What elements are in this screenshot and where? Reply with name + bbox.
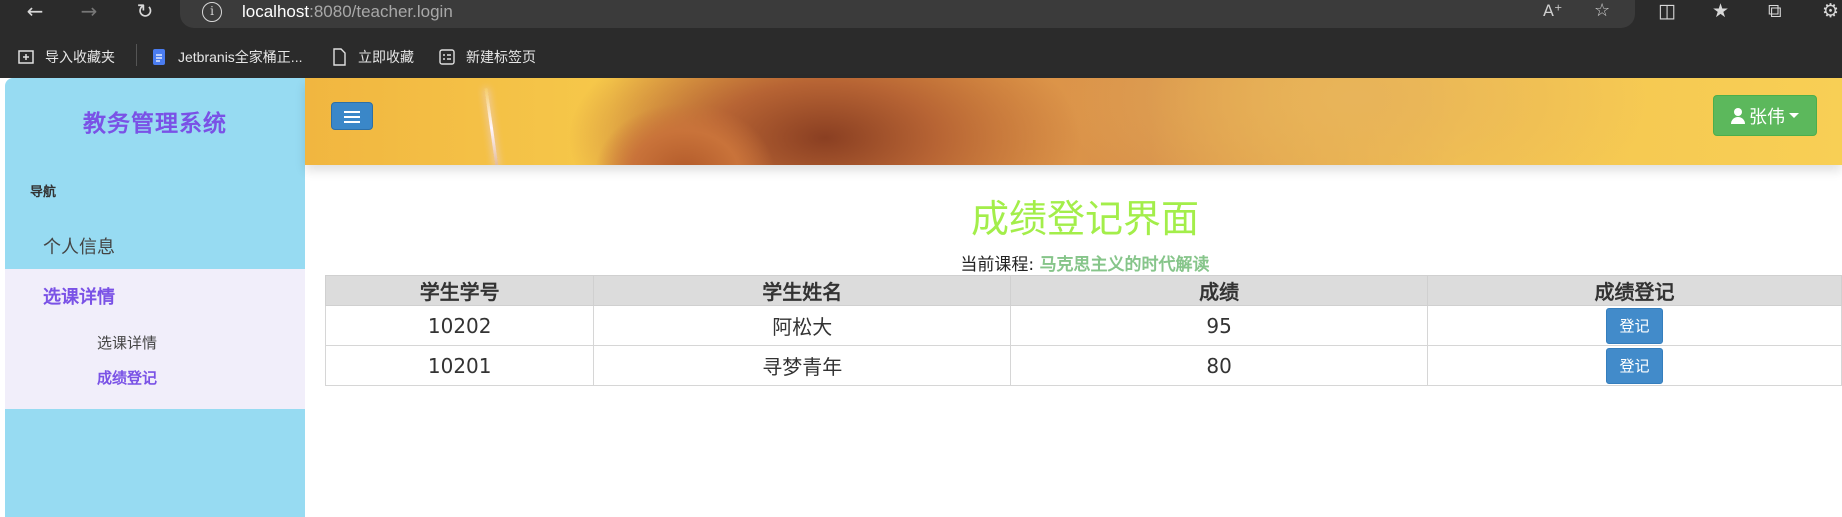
bookmark-collect[interactable]: 立即收藏 xyxy=(330,46,414,68)
column-grade-entry: 成绩登记 xyxy=(1427,275,1842,306)
cell-student-id: 10202 xyxy=(324,305,595,346)
sidebar-subitem-grade-entry[interactable]: 成绩登记 xyxy=(97,367,157,388)
list-icon xyxy=(344,111,360,123)
user-menu-button[interactable]: 张伟 xyxy=(1713,95,1817,136)
url-text: localhost:8080/teacher.login xyxy=(242,2,453,21)
register-button[interactable]: 登记 xyxy=(1606,347,1664,384)
sidebar-item-course-details[interactable]: 选课详情 xyxy=(43,283,115,309)
refresh-icon[interactable]: ↻ xyxy=(130,0,160,24)
user-name: 张伟 xyxy=(1749,106,1785,128)
browser-toolbar: ← → ↻ i localhost:8080/teacher.login A⁺ … xyxy=(0,0,1842,36)
nav-heading: 导航 xyxy=(30,185,57,200)
site-info-icon[interactable]: i xyxy=(202,2,222,22)
cell-action: 登记 xyxy=(1427,305,1842,346)
register-button[interactable]: 登记 xyxy=(1606,307,1664,344)
cell-student-id: 10201 xyxy=(324,345,595,386)
extensions-icon[interactable]: ⚙ xyxy=(1822,0,1839,22)
column-student-id: 学生学号 xyxy=(324,275,595,306)
split-screen-icon[interactable]: ◫ xyxy=(1658,0,1676,22)
address-bar[interactable]: i localhost:8080/teacher.login A⁺ ☆ xyxy=(180,0,1635,28)
forward-icon[interactable]: → xyxy=(74,0,104,24)
user-icon xyxy=(1731,107,1745,124)
document-blue-icon xyxy=(153,49,165,65)
grade-table: 学生学号 学生姓名 成绩 成绩登记 10202 阿松大 95 登记 10201 … xyxy=(324,275,1842,386)
bookmark-new-tab[interactable]: 新建标签页 xyxy=(438,46,536,68)
current-course: 当前课程: 马克思主义的时代解读 xyxy=(305,250,1842,275)
favorite-star-icon[interactable]: ☆ xyxy=(1594,0,1610,22)
import-favorites-icon xyxy=(18,50,34,64)
table-row: 10202 阿松大 95 登记 xyxy=(324,305,1842,346)
column-student-name: 学生姓名 xyxy=(593,275,1012,306)
cell-score: 80 xyxy=(1010,345,1429,386)
bookmark-jetbrains[interactable]: Jetbranis全家桶正... xyxy=(150,46,302,68)
sidebar-subitem-course-details[interactable]: 选课详情 xyxy=(97,332,157,353)
favorites-icon[interactable]: ★ xyxy=(1712,0,1729,22)
cell-score: 95 xyxy=(1010,305,1429,346)
banner-decoration xyxy=(484,88,499,165)
bookmarks-bar: 导入收藏夹 Jetbranis全家桶正... 立即收藏 新建标签页 xyxy=(0,36,1842,78)
bookmark-divider xyxy=(136,44,137,66)
page-icon xyxy=(333,48,346,66)
sidebar: 教务管理系统 导航 个人信息 选课详情 选课详情 成绩登记 xyxy=(5,78,305,517)
caret-down-icon xyxy=(1789,113,1799,118)
cell-student-name: 寻梦青年 xyxy=(593,345,1012,386)
cell-action: 登记 xyxy=(1427,345,1842,386)
back-icon[interactable]: ← xyxy=(20,0,50,24)
table-header-row: 学生学号 学生姓名 成绩 成绩登记 xyxy=(324,275,1842,306)
bookmark-import[interactable]: 导入收藏夹 xyxy=(17,46,115,68)
course-label: 当前课程: xyxy=(960,255,1035,275)
sidebar-item-profile[interactable]: 个人信息 xyxy=(5,228,305,268)
collections-icon[interactable]: ⧉ xyxy=(1768,0,1782,22)
new-tab-icon xyxy=(439,49,455,65)
page: 教务管理系统 导航 个人信息 选课详情 选课详情 成绩登记 张伟 成绩登记界面 … xyxy=(0,78,1842,517)
page-title: 成绩登记界面 xyxy=(970,197,1199,241)
header-banner: 张伟 xyxy=(305,78,1842,165)
read-aloud-icon[interactable]: A⁺ xyxy=(1543,0,1562,22)
brand-title: 教务管理系统 xyxy=(83,111,227,137)
cell-student-name: 阿松大 xyxy=(593,305,1012,346)
sidebar-submenu-course-details: 选课详情 选课详情 成绩登记 xyxy=(5,269,305,409)
sidebar-toggle-button[interactable] xyxy=(331,102,373,130)
course-name: 马克思主义的时代解读 xyxy=(1039,255,1210,275)
column-score: 成绩 xyxy=(1010,275,1429,306)
table-row: 10201 寻梦青年 80 登记 xyxy=(324,345,1842,386)
